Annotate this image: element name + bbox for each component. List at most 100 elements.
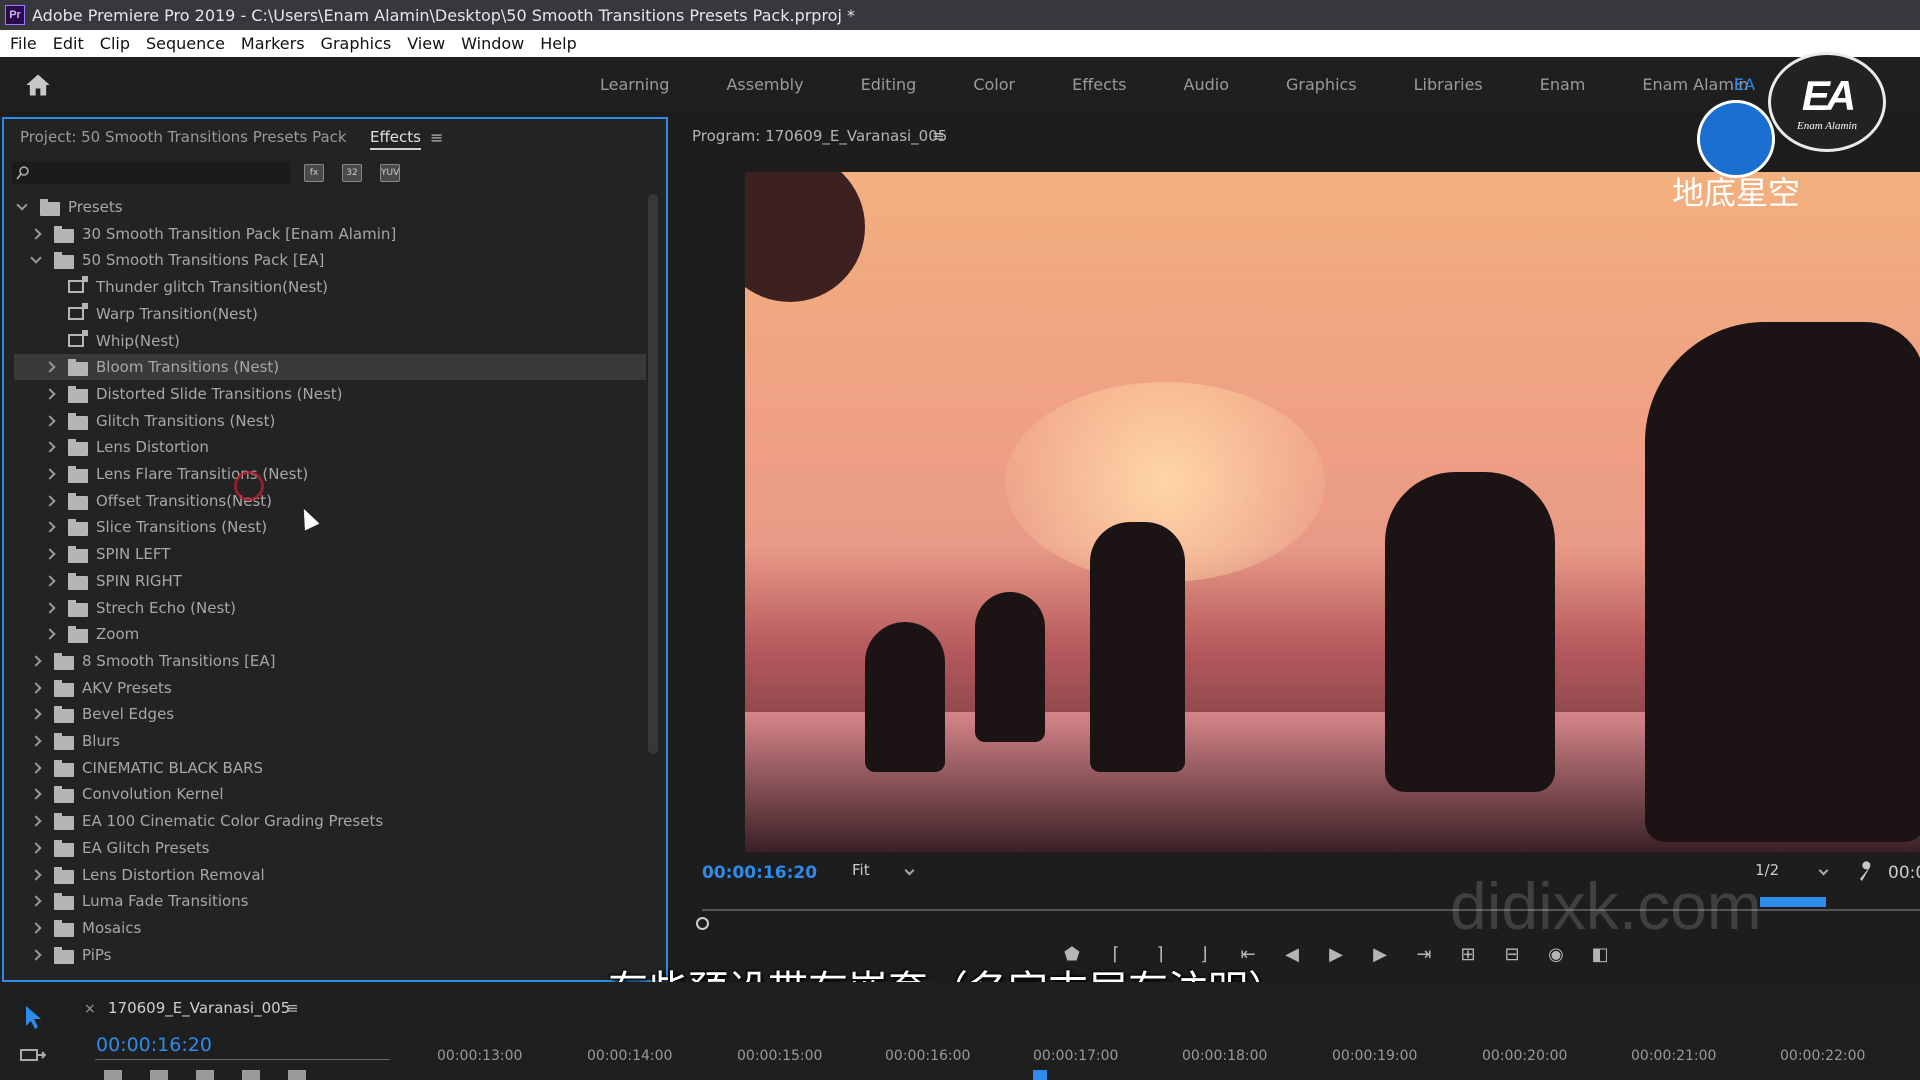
tree-row[interactable]: Blurs bbox=[14, 728, 646, 754]
chevron-right-icon[interactable] bbox=[30, 655, 42, 667]
tree-row[interactable]: Distorted Slide Transitions (Nest) bbox=[14, 381, 646, 407]
tab-effects[interactable]: Effects bbox=[370, 128, 421, 150]
go-to-out-icon[interactable]: ⇥ bbox=[1412, 943, 1436, 967]
chevron-right-icon[interactable] bbox=[30, 708, 42, 720]
chevron-right-icon[interactable] bbox=[30, 842, 42, 854]
workspace-tab-libraries[interactable]: Libraries bbox=[1414, 75, 1483, 94]
step-forward-icon[interactable]: ▶ bbox=[1368, 943, 1392, 967]
menu-help[interactable]: Help bbox=[540, 34, 576, 53]
chevron-right-icon[interactable] bbox=[44, 414, 56, 427]
tree-row[interactable]: Mosaics bbox=[14, 915, 646, 941]
tree-row[interactable]: 50 Smooth Transitions Pack [EA] bbox=[14, 247, 646, 273]
wrench-icon[interactable] bbox=[1857, 860, 1875, 882]
timeline-timecode[interactable]: 00:00:16:20 bbox=[96, 1034, 212, 1056]
close-icon[interactable]: × bbox=[84, 1001, 96, 1017]
tree-row[interactable]: Zoom bbox=[14, 621, 646, 647]
menu-clip[interactable]: Clip bbox=[100, 34, 130, 53]
tree-row[interactable]: Slice Transitions (Nest) bbox=[14, 514, 646, 540]
workspace-tab-enam-alamin[interactable]: Enam Alamin bbox=[1642, 75, 1748, 94]
workspace-tab-ea[interactable]: EA bbox=[1734, 75, 1755, 94]
chevron-right-icon[interactable] bbox=[44, 441, 56, 453]
chevron-right-icon[interactable] bbox=[44, 628, 56, 640]
comparison-view-icon[interactable]: ◧ bbox=[1588, 943, 1612, 967]
tree-row[interactable]: Lens Distortion bbox=[14, 434, 646, 460]
accelerated-effects-icon[interactable]: fx bbox=[304, 164, 324, 182]
playhead-handle[interactable] bbox=[696, 917, 709, 930]
settings-wrench-icon[interactable] bbox=[288, 1070, 306, 1080]
chevron-right-icon[interactable] bbox=[30, 762, 42, 774]
tree-row[interactable]: AKV Presets bbox=[14, 675, 646, 701]
program-menu-icon[interactable]: ≡ bbox=[932, 127, 945, 145]
playhead-marker[interactable] bbox=[1760, 897, 1826, 907]
tree-row[interactable]: Bevel Edges bbox=[14, 701, 646, 727]
workspace-tab-learning[interactable]: Learning bbox=[600, 75, 669, 94]
chevron-right-icon[interactable] bbox=[44, 468, 56, 480]
panel-menu-icon[interactable]: ≡ bbox=[430, 128, 443, 147]
chevron-right-icon[interactable] bbox=[44, 575, 56, 587]
selection-tool-icon[interactable] bbox=[22, 1004, 46, 1030]
tree-row[interactable]: Luma Fade Transitions bbox=[14, 888, 646, 914]
chevron-right-icon[interactable] bbox=[30, 228, 42, 240]
menu-view[interactable]: View bbox=[407, 34, 445, 53]
video-frame[interactable] bbox=[745, 172, 1920, 852]
menu-edit[interactable]: Edit bbox=[53, 34, 84, 53]
workspace-tab-editing[interactable]: Editing bbox=[861, 75, 917, 94]
chevron-down-icon[interactable] bbox=[16, 199, 28, 211]
play-icon[interactable]: ▶ bbox=[1324, 943, 1348, 967]
marker-icon[interactable] bbox=[242, 1070, 260, 1080]
chevron-right-icon[interactable] bbox=[44, 521, 56, 534]
chevron-right-icon[interactable] bbox=[44, 601, 56, 614]
menu-markers[interactable]: Markers bbox=[241, 34, 305, 53]
tree-row[interactable]: PiPs bbox=[14, 942, 646, 968]
workspace-tab-enam[interactable]: Enam bbox=[1540, 75, 1586, 94]
chevron-right-icon[interactable] bbox=[30, 735, 42, 747]
chevron-down-icon[interactable] bbox=[30, 252, 42, 265]
chevron-right-icon[interactable] bbox=[30, 922, 42, 934]
program-timecode[interactable]: 00:00:16:20 bbox=[702, 863, 817, 883]
tree-row[interactable]: 8 Smooth Transitions [EA] bbox=[14, 648, 646, 674]
timeline-playhead[interactable] bbox=[1033, 1070, 1047, 1080]
workspace-tab-audio[interactable]: Audio bbox=[1184, 75, 1229, 94]
workspace-tab-color[interactable]: Color bbox=[973, 75, 1015, 94]
tree-row[interactable]: Convolution Kernel bbox=[14, 781, 646, 807]
menu-window[interactable]: Window bbox=[461, 34, 524, 53]
workspace-tab-assembly[interactable]: Assembly bbox=[726, 75, 803, 94]
program-title[interactable]: Program: 170609_E_Varanasi_005 bbox=[692, 127, 947, 145]
chevron-right-icon[interactable] bbox=[30, 788, 42, 801]
track-select-tool-icon[interactable] bbox=[20, 1046, 46, 1064]
tab-project[interactable]: Project: 50 Smooth Transitions Presets P… bbox=[20, 128, 347, 146]
tree-row[interactable]: Presets bbox=[14, 194, 646, 220]
tree-row[interactable]: Strech Echo (Nest) bbox=[14, 595, 646, 621]
linked-selection-icon[interactable] bbox=[150, 1070, 168, 1080]
chevron-right-icon[interactable] bbox=[44, 548, 56, 560]
tree-row[interactable]: Lens Distortion Removal bbox=[14, 862, 646, 888]
tree-row[interactable]: SPIN RIGHT bbox=[14, 568, 646, 594]
sequence-tab[interactable]: 170609_E_Varanasi_005 bbox=[108, 999, 290, 1017]
chevron-right-icon[interactable] bbox=[30, 681, 42, 694]
workspace-tab-graphics[interactable]: Graphics bbox=[1286, 75, 1357, 94]
tree-row[interactable]: Thunder glitch Transition(Nest) bbox=[14, 274, 646, 300]
timeline-ruler[interactable]: 00:00:13:00 00:00:14:00 00:00:15:00 00:0… bbox=[437, 1048, 1917, 1068]
tree-row[interactable]: EA Glitch Presets bbox=[14, 835, 646, 861]
tree-row[interactable]: 30 Smooth Transition Pack [Enam Alamin] bbox=[14, 221, 646, 247]
tree-row[interactable]: EA 100 Cinematic Color Grading Presets bbox=[14, 808, 646, 834]
chevron-right-icon[interactable] bbox=[30, 948, 42, 961]
effects-search-input[interactable] bbox=[12, 162, 290, 184]
32-bit-effects-icon[interactable]: 32 bbox=[342, 164, 362, 182]
tree-row[interactable]: Glitch Transitions (Nest) bbox=[14, 408, 646, 434]
tree-row[interactable]: Warp Transition(Nest) bbox=[14, 301, 646, 327]
menu-file[interactable]: File bbox=[10, 34, 37, 53]
effects-scrollbar[interactable] bbox=[648, 194, 658, 754]
tree-row[interactable]: Whip(Nest) bbox=[14, 328, 646, 354]
menu-sequence[interactable]: Sequence bbox=[146, 34, 225, 53]
tree-row[interactable]: Offset Transitions(Nest) bbox=[14, 488, 646, 514]
snap-icon[interactable] bbox=[104, 1070, 122, 1080]
chevron-right-icon[interactable] bbox=[30, 815, 42, 827]
chevron-right-icon[interactable] bbox=[30, 895, 42, 907]
export-frame-icon[interactable]: ◉ bbox=[1544, 943, 1568, 967]
home-icon[interactable] bbox=[24, 71, 52, 99]
tree-row[interactable]: CINEMATIC BLACK BARS bbox=[14, 755, 646, 781]
workspace-tab-effects[interactable]: Effects bbox=[1072, 75, 1126, 94]
add-marker-icon[interactable] bbox=[196, 1070, 214, 1080]
lift-icon[interactable]: ⊞ bbox=[1456, 943, 1480, 967]
